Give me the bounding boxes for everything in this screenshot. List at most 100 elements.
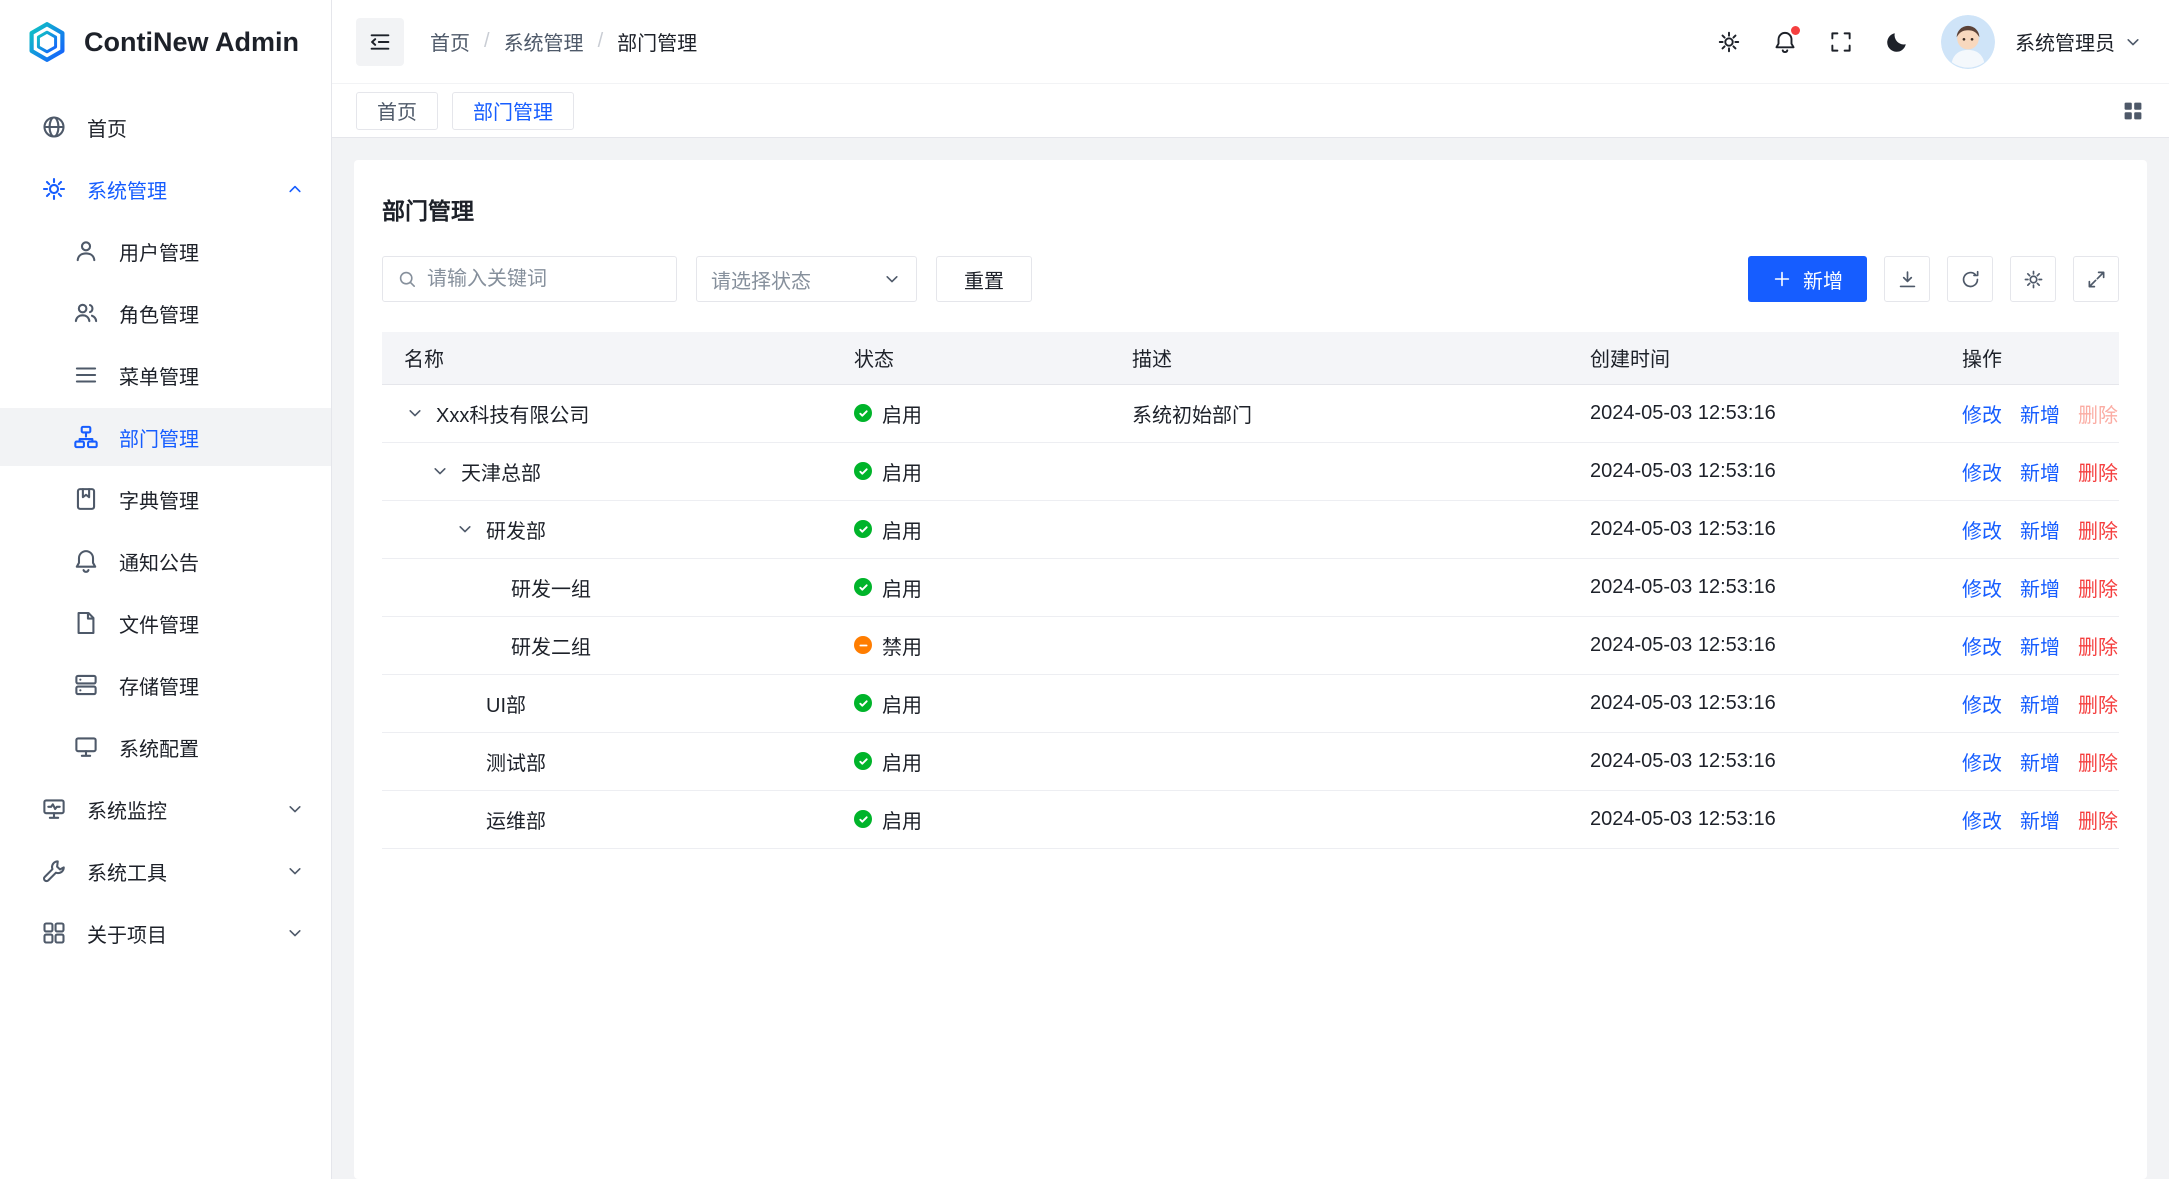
delete-link[interactable]: 删除 (2078, 695, 2118, 717)
tool-icon (41, 858, 67, 884)
sidebar-item-config[interactable]: 系统配置 (0, 718, 331, 776)
check-icon (858, 756, 869, 767)
add-link[interactable]: 新增 (2020, 463, 2060, 485)
status-select[interactable]: 请选择状态 (696, 256, 917, 302)
status-label: 启用 (882, 747, 922, 776)
sidebar-item-label: 关于项目 (87, 919, 167, 948)
delete-link[interactable]: 删除 (2078, 463, 2118, 485)
dept-name: 天津总部 (461, 457, 541, 486)
delete-link[interactable]: 删除 (2078, 637, 2118, 659)
fullscreen-button[interactable] (1817, 18, 1865, 66)
gear-icon (1717, 30, 1741, 54)
column-header: 名称 (382, 332, 834, 384)
add-link[interactable]: 新增 (2020, 637, 2060, 659)
dept-name-cell: 测试部 (404, 747, 814, 776)
status-label: 启用 (882, 573, 922, 602)
sidebar-item-label: 文件管理 (119, 609, 199, 638)
add-link[interactable]: 新增 (2020, 695, 2060, 717)
edit-link[interactable]: 修改 (1962, 405, 2002, 427)
sidebar-item-dept[interactable]: 部门管理 (0, 408, 331, 466)
app-logo-icon (26, 21, 68, 63)
sidebar-item-dict[interactable]: 字典管理 (0, 470, 331, 528)
status-label: 启用 (882, 399, 922, 428)
breadcrumb-item[interactable]: 首页 (430, 27, 470, 56)
refresh-icon (1960, 269, 1981, 290)
dept-description (1112, 558, 1570, 616)
status-label: 启用 (882, 457, 922, 486)
dept-name: UI部 (486, 689, 526, 718)
tab-首页[interactable]: 首页 (356, 92, 438, 130)
column-header: 创建时间 (1570, 332, 1942, 384)
tab-部门管理[interactable]: 部门管理 (452, 92, 574, 130)
add-link[interactable]: 新增 (2020, 753, 2060, 775)
table-row: 研发部启用2024-05-03 12:53:16修改新增删除 (382, 500, 2119, 558)
edit-link[interactable]: 修改 (1962, 811, 2002, 833)
delete-link[interactable]: 删除 (2078, 521, 2118, 543)
edit-link[interactable]: 修改 (1962, 579, 2002, 601)
breadcrumb-item[interactable]: 系统管理 (504, 27, 584, 56)
row-expander[interactable] (454, 518, 476, 540)
sidebar-item-user[interactable]: 用户管理 (0, 222, 331, 280)
sidebar-item-label: 存储管理 (119, 671, 199, 700)
sidebar-item-file[interactable]: 文件管理 (0, 594, 331, 652)
submenu-system: 用户管理角色管理菜单管理部门管理字典管理通知公告文件管理存储管理系统配置 (0, 222, 331, 776)
add-link[interactable]: 新增 (2020, 811, 2060, 833)
status-disabled-icon (854, 636, 872, 654)
status-badge: 启用 (854, 805, 1092, 834)
tab-bar: 首页部门管理 (332, 84, 2169, 138)
check-icon (858, 466, 869, 477)
sidebar-collapse-button[interactable] (356, 18, 404, 66)
expand-table-button[interactable] (2073, 256, 2119, 302)
table-settings-button[interactable] (2010, 256, 2056, 302)
sidebar-item-menu[interactable]: 菜单管理 (0, 346, 331, 404)
dark-mode-button[interactable] (1873, 18, 1921, 66)
toolbar: 请选择状态 重置 新增 (382, 256, 2119, 302)
edit-link[interactable]: 修改 (1962, 637, 2002, 659)
add-button[interactable]: 新增 (1748, 256, 1867, 302)
settings-button[interactable] (1705, 18, 1753, 66)
edit-link[interactable]: 修改 (1962, 463, 2002, 485)
dept-card: 部门管理 请选择状态 重置 新增 (354, 160, 2147, 1179)
sidebar-item-about[interactable]: 关于项目 (0, 904, 331, 962)
sidebar-item-tools[interactable]: 系统工具 (0, 842, 331, 900)
notifications-button[interactable] (1761, 18, 1809, 66)
dept-name: 研发部 (486, 515, 546, 544)
sidebar: ContiNew Admin 首页系统管理用户管理角色管理菜单管理部门管理字典管… (0, 0, 332, 1179)
add-link[interactable]: 新增 (2020, 405, 2060, 427)
edit-link[interactable]: 修改 (1962, 521, 2002, 543)
sidebar-item-monitor[interactable]: 系统监控 (0, 780, 331, 838)
table-row: 天津总部启用2024-05-03 12:53:16修改新增删除 (382, 442, 2119, 500)
status-label: 启用 (882, 805, 922, 834)
check-icon (858, 408, 869, 419)
export-button[interactable] (1884, 256, 1930, 302)
row-expander[interactable] (429, 460, 451, 482)
sidebar-item-notice[interactable]: 通知公告 (0, 532, 331, 590)
delete-link[interactable]: 删除 (2078, 811, 2118, 833)
page-title: 部门管理 (382, 192, 2119, 226)
delete-link[interactable]: 删除 (2078, 753, 2118, 775)
status-enabled-icon (854, 578, 872, 596)
sidebar-item-home[interactable]: 首页 (0, 98, 331, 156)
search-input[interactable] (427, 268, 662, 291)
tab-options-button[interactable] (2121, 99, 2145, 123)
avatar[interactable] (1941, 15, 1995, 69)
dept-name: 研发二组 (511, 631, 591, 660)
sidebar-item-storage[interactable]: 存储管理 (0, 656, 331, 714)
fullscreen-icon (1829, 30, 1853, 54)
row-expander[interactable] (404, 402, 426, 424)
edit-link[interactable]: 修改 (1962, 695, 2002, 717)
sidebar-item-role[interactable]: 角色管理 (0, 284, 331, 342)
edit-link[interactable]: 修改 (1962, 753, 2002, 775)
reset-button[interactable]: 重置 (936, 256, 1032, 302)
sidebar-item-system[interactable]: 系统管理 (0, 160, 331, 218)
sidebar-item-label: 系统工具 (87, 857, 167, 886)
breadcrumb-item[interactable]: 部门管理 (617, 27, 697, 56)
add-link[interactable]: 新增 (2020, 521, 2060, 543)
dept-description: 系统初始部门 (1112, 384, 1570, 442)
user-menu[interactable]: 系统管理员 (2015, 27, 2143, 56)
refresh-button[interactable] (1947, 256, 1993, 302)
dept-name-cell: 天津总部 (404, 457, 814, 486)
add-link[interactable]: 新增 (2020, 579, 2060, 601)
delete-link[interactable]: 删除 (2078, 579, 2118, 601)
gear-icon (2023, 269, 2044, 290)
